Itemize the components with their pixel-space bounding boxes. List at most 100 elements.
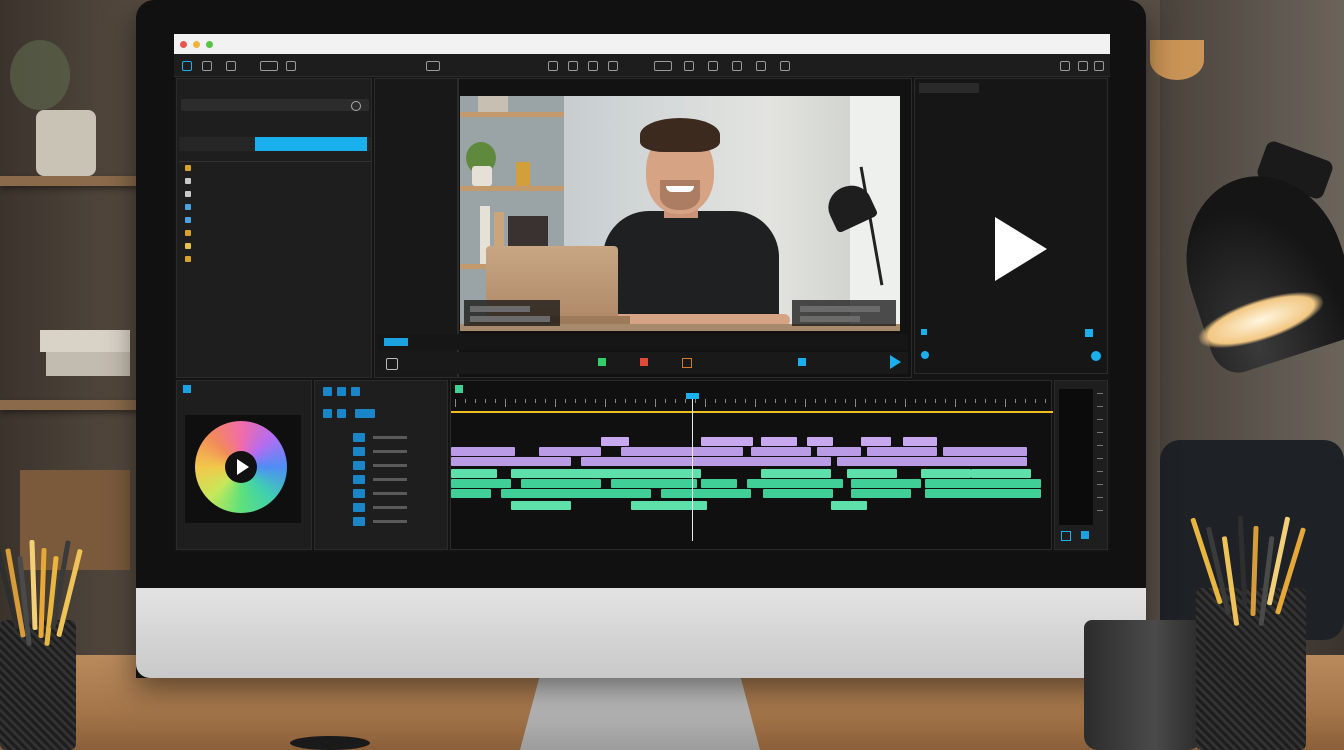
record-icon[interactable]: [640, 358, 648, 366]
timeline-clip[interactable]: [971, 469, 1031, 478]
save-icon[interactable]: [226, 61, 236, 71]
settings-icon[interactable]: [780, 61, 790, 71]
timeline-clip[interactable]: [611, 479, 697, 488]
timeline-clip[interactable]: [661, 489, 751, 498]
playhead[interactable]: [685, 393, 699, 541]
project-search-input[interactable]: [181, 99, 369, 111]
track-toggle-button[interactable]: [353, 447, 365, 456]
select-tool-icon[interactable]: [548, 61, 558, 71]
export-icon[interactable]: [426, 61, 440, 71]
timeline-clip[interactable]: [727, 437, 753, 446]
track-toggle-button[interactable]: [353, 461, 365, 470]
source-in-icon[interactable]: [921, 351, 929, 359]
mark-in-icon[interactable]: [798, 358, 806, 366]
timeline-clip[interactable]: [501, 489, 651, 498]
expand-icon[interactable]: [1078, 61, 1088, 71]
timeline-clip[interactable]: [521, 479, 601, 488]
camera-icon[interactable]: [386, 358, 398, 370]
timeline-clip[interactable]: [851, 479, 921, 488]
timeline-clip[interactable]: [807, 437, 833, 446]
timeline-clip[interactable]: [451, 457, 571, 466]
step-back-icon[interactable]: [598, 358, 606, 366]
timeline-clip[interactable]: [763, 489, 833, 498]
timeline-clip[interactable]: [631, 501, 707, 510]
shape-tool-icon[interactable]: [756, 61, 766, 71]
project-item[interactable]: [183, 163, 367, 174]
work-area-bar[interactable]: [451, 411, 1053, 413]
timeline-clip[interactable]: [747, 479, 843, 488]
slip-tool-icon[interactable]: [608, 61, 618, 71]
track-toggle-button[interactable]: [353, 475, 365, 484]
step-forward-icon[interactable]: [682, 358, 692, 368]
home-icon[interactable]: [182, 61, 192, 71]
timeline-clip[interactable]: [943, 447, 1027, 456]
source-marker-icon[interactable]: [921, 329, 927, 335]
timeline-clip[interactable]: [817, 447, 861, 456]
close-icon[interactable]: [1094, 61, 1104, 71]
timeline-clip[interactable]: [451, 489, 491, 498]
play-icon[interactable]: [237, 459, 249, 475]
hand-tool-icon[interactable]: [684, 61, 694, 71]
timeline-clip[interactable]: [511, 501, 571, 510]
timeline-clip[interactable]: [451, 469, 497, 478]
track-tool-icon[interactable]: [323, 409, 332, 418]
timeline-clip[interactable]: [851, 489, 911, 498]
timeline-clip[interactable]: [511, 469, 701, 478]
razor-tool-icon[interactable]: [588, 61, 598, 71]
project-item[interactable]: [183, 176, 367, 187]
zoom-tool-icon[interactable]: [708, 61, 718, 71]
folder-icon[interactable]: [202, 61, 212, 71]
pen-tool-icon[interactable]: [654, 61, 672, 71]
project-view-tab[interactable]: [181, 117, 193, 121]
playhead-handle[interactable]: [685, 393, 699, 399]
timeline-clip[interactable]: [581, 457, 831, 466]
track-toggle-button[interactable]: [353, 489, 365, 498]
project-item[interactable]: [183, 215, 367, 226]
timeline-clip[interactable]: [847, 469, 897, 478]
tab-media-active[interactable]: [255, 137, 367, 151]
source-play-button[interactable]: [995, 217, 1047, 281]
tab-bins[interactable]: [183, 139, 195, 143]
project-item[interactable]: [183, 241, 367, 252]
track-tool-icon[interactable]: [337, 409, 346, 418]
timeline-clip[interactable]: [539, 447, 601, 456]
track-toggle-button[interactable]: [353, 503, 365, 512]
text-tool-icon[interactable]: [732, 61, 742, 71]
track-toggle-button[interactable]: [353, 517, 365, 526]
timeline-clip[interactable]: [761, 437, 797, 446]
timeline-clip[interactable]: [867, 447, 937, 456]
maximize-window-button[interactable]: [206, 40, 213, 48]
timeline-clip[interactable]: [621, 447, 743, 456]
timeline-clip[interactable]: [903, 437, 937, 446]
track-tool-icon[interactable]: [323, 387, 332, 396]
timeline-clip[interactable]: [921, 469, 971, 478]
mute-icon[interactable]: [1081, 531, 1089, 539]
ripple-tool-icon[interactable]: [568, 61, 578, 71]
project-item[interactable]: [183, 202, 367, 213]
source-settings-icon[interactable]: [1091, 351, 1101, 361]
minimize-window-button[interactable]: [193, 40, 200, 48]
solo-icon[interactable]: [1061, 531, 1071, 541]
timeline-clip[interactable]: [925, 479, 1041, 488]
timeline-clip[interactable]: [451, 447, 515, 456]
source-fullscreen-icon[interactable]: [1085, 329, 1093, 337]
close-window-button[interactable]: [180, 40, 187, 48]
timeline-clip[interactable]: [601, 437, 629, 446]
timeline-clip[interactable]: [761, 469, 831, 478]
gear-icon[interactable]: [1060, 61, 1070, 71]
grid-icon[interactable]: [286, 61, 296, 71]
timeline-clip[interactable]: [861, 437, 891, 446]
project-item[interactable]: [183, 228, 367, 239]
track-toggle-button[interactable]: [353, 433, 365, 442]
project-item[interactable]: [183, 254, 367, 265]
timeline-clip[interactable]: [751, 447, 811, 456]
track-tool-icon[interactable]: [337, 387, 346, 396]
timeline-clip[interactable]: [451, 479, 511, 488]
timeline-clip[interactable]: [831, 501, 867, 510]
track-tool-icon[interactable]: [355, 409, 375, 418]
search-icon[interactable]: [351, 101, 361, 111]
project-item[interactable]: [183, 189, 367, 200]
timeline-clip[interactable]: [837, 457, 1027, 466]
timeline-clip[interactable]: [701, 479, 737, 488]
workspace-icon[interactable]: [260, 61, 278, 71]
